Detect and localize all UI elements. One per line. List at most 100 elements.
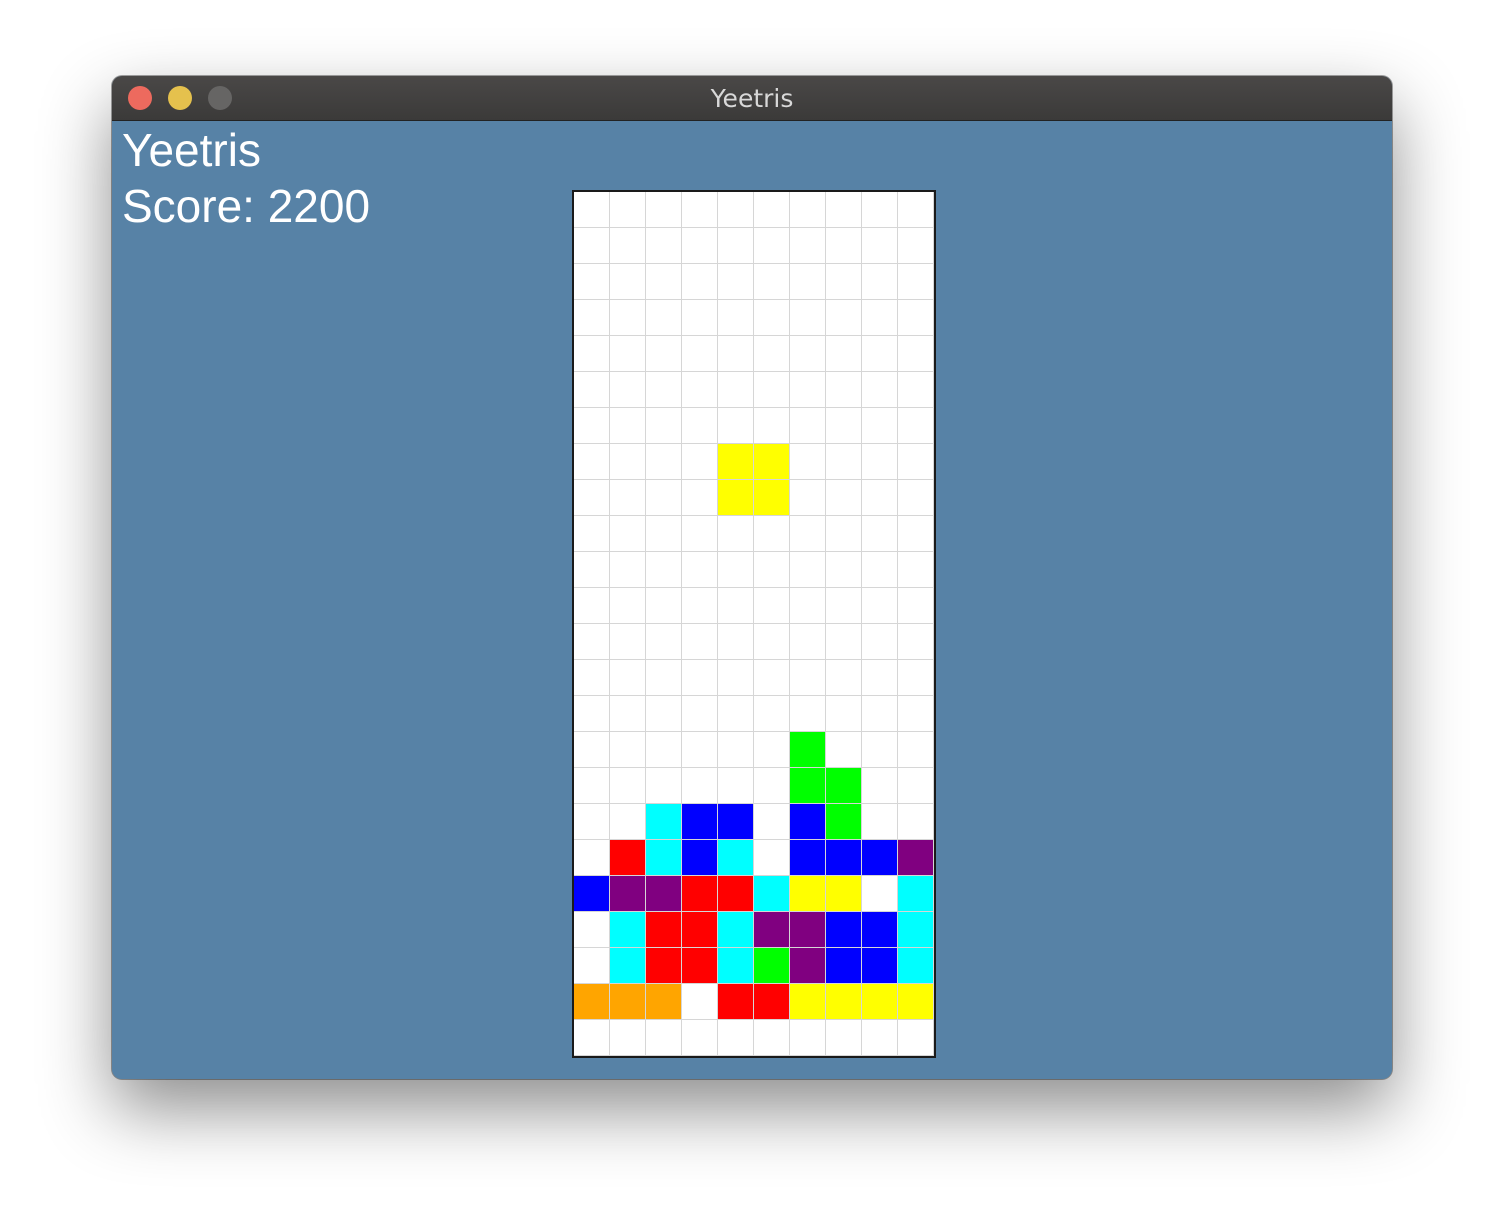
empty-cell	[898, 228, 934, 264]
empty-cell	[826, 480, 862, 516]
empty-cell	[646, 192, 682, 228]
empty-cell	[898, 516, 934, 552]
empty-cell	[718, 372, 754, 408]
empty-cell	[682, 480, 718, 516]
empty-cell	[574, 804, 610, 840]
empty-cell	[862, 768, 898, 804]
block-blue	[826, 912, 862, 948]
empty-cell	[898, 408, 934, 444]
empty-cell	[610, 408, 646, 444]
block-cyan	[610, 912, 646, 948]
empty-cell	[862, 588, 898, 624]
empty-cell	[682, 624, 718, 660]
empty-cell	[790, 444, 826, 480]
empty-cell	[862, 192, 898, 228]
empty-cell	[862, 876, 898, 912]
empty-cell	[826, 408, 862, 444]
empty-cell	[574, 948, 610, 984]
empty-cell	[718, 552, 754, 588]
empty-cell	[790, 480, 826, 516]
block-blue	[718, 804, 754, 840]
empty-cell	[646, 444, 682, 480]
empty-cell	[754, 336, 790, 372]
empty-cell	[574, 516, 610, 552]
block-cyan	[646, 804, 682, 840]
empty-cell	[646, 408, 682, 444]
empty-cell	[610, 732, 646, 768]
empty-cell	[898, 1020, 934, 1056]
block-yellow	[826, 876, 862, 912]
empty-cell	[862, 624, 898, 660]
empty-cell	[862, 1020, 898, 1056]
empty-cell	[790, 408, 826, 444]
empty-cell	[682, 552, 718, 588]
empty-cell	[862, 660, 898, 696]
block-cyan	[898, 876, 934, 912]
empty-cell	[862, 408, 898, 444]
empty-cell	[682, 732, 718, 768]
empty-cell	[574, 372, 610, 408]
empty-cell	[826, 732, 862, 768]
block-purple	[790, 912, 826, 948]
empty-cell	[790, 1020, 826, 1056]
block-red	[646, 948, 682, 984]
empty-cell	[718, 408, 754, 444]
empty-cell	[574, 912, 610, 948]
empty-cell	[646, 588, 682, 624]
block-orange	[646, 984, 682, 1020]
empty-cell	[790, 264, 826, 300]
empty-cell	[754, 264, 790, 300]
title-bar[interactable]: Yeetris	[112, 76, 1392, 121]
tetris-board	[572, 190, 936, 1058]
block-cyan	[610, 948, 646, 984]
block-blue	[862, 912, 898, 948]
empty-cell	[574, 624, 610, 660]
empty-cell	[826, 624, 862, 660]
empty-cell	[754, 192, 790, 228]
empty-cell	[610, 588, 646, 624]
empty-cell	[574, 696, 610, 732]
empty-cell	[610, 516, 646, 552]
empty-cell	[862, 228, 898, 264]
empty-cell	[826, 1020, 862, 1056]
block-yellow	[754, 480, 790, 516]
empty-cell	[898, 804, 934, 840]
empty-cell	[754, 300, 790, 336]
empty-cell	[754, 372, 790, 408]
block-red	[718, 984, 754, 1020]
empty-cell	[754, 840, 790, 876]
empty-cell	[574, 768, 610, 804]
empty-cell	[682, 984, 718, 1020]
block-green	[826, 804, 862, 840]
empty-cell	[610, 300, 646, 336]
block-green	[826, 768, 862, 804]
empty-cell	[898, 372, 934, 408]
empty-cell	[682, 696, 718, 732]
empty-cell	[610, 768, 646, 804]
empty-cell	[646, 300, 682, 336]
empty-cell	[610, 372, 646, 408]
block-cyan	[718, 840, 754, 876]
empty-cell	[682, 588, 718, 624]
empty-cell	[718, 624, 754, 660]
empty-cell	[682, 192, 718, 228]
empty-cell	[826, 300, 862, 336]
block-yellow	[898, 984, 934, 1020]
empty-cell	[574, 480, 610, 516]
empty-cell	[790, 336, 826, 372]
empty-cell	[610, 696, 646, 732]
empty-cell	[826, 588, 862, 624]
block-yellow	[718, 480, 754, 516]
block-green	[754, 948, 790, 984]
empty-cell	[862, 444, 898, 480]
empty-cell	[754, 696, 790, 732]
empty-cell	[826, 192, 862, 228]
empty-cell	[898, 732, 934, 768]
empty-cell	[862, 732, 898, 768]
empty-cell	[610, 192, 646, 228]
block-yellow	[790, 984, 826, 1020]
empty-cell	[718, 696, 754, 732]
empty-cell	[826, 660, 862, 696]
empty-cell	[826, 696, 862, 732]
block-blue	[826, 948, 862, 984]
